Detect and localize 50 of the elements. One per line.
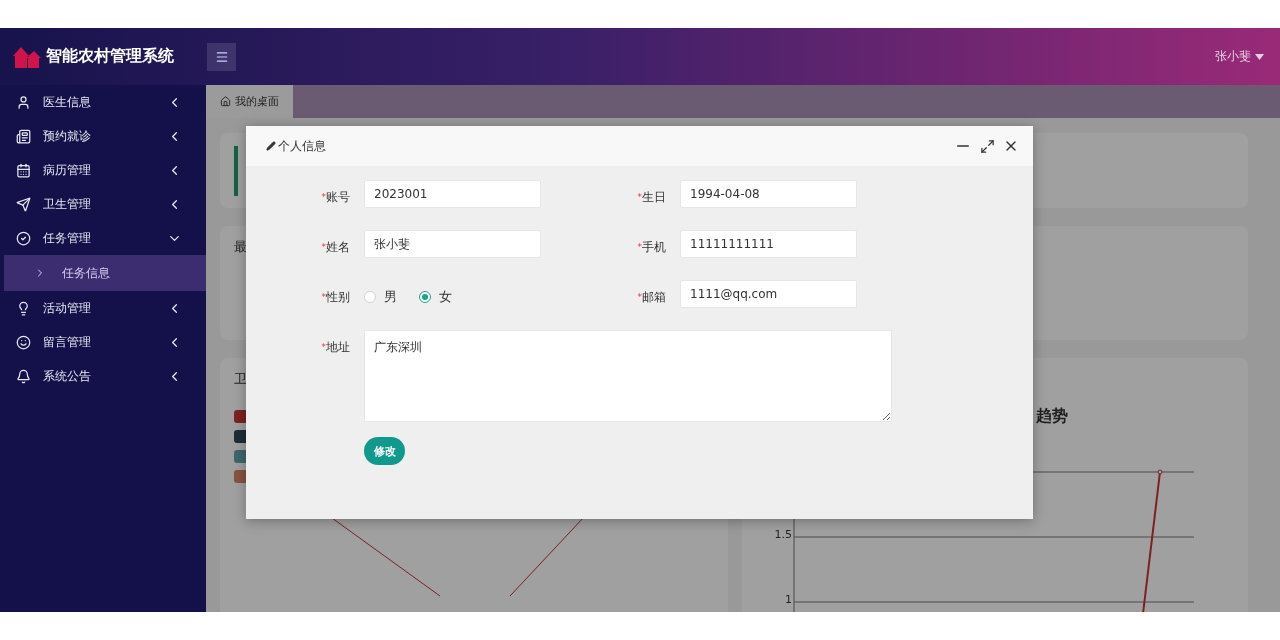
field-label: *邮箱 <box>636 288 666 306</box>
user-menu[interactable]: 张小斐 <box>1209 47 1270 66</box>
chart-title: 趋势 <box>1036 406 1069 427</box>
sidebar-item[interactable]: 卫生管理 <box>0 187 206 221</box>
sidebar-item[interactable]: 系统公告 <box>0 359 206 393</box>
lightbulb-icon <box>16 300 31 316</box>
address-field[interactable]: 广东深圳 <box>364 330 892 422</box>
card-title: 卫 <box>234 370 248 388</box>
card-icon <box>16 128 31 144</box>
sidebar-item[interactable]: 预约就诊 <box>0 119 206 153</box>
text-field[interactable]: 1111@qq.com <box>680 280 857 308</box>
field-label: *性别 <box>320 288 350 306</box>
calendar-icon <box>16 162 31 178</box>
card-title: 最 <box>234 239 247 254</box>
text-field[interactable]: 1994-04-08 <box>680 180 857 208</box>
check-circle-icon <box>16 230 31 246</box>
sidebar-item[interactable]: 医生信息 <box>0 85 206 119</box>
maximize-icon[interactable] <box>980 138 995 154</box>
axis-tick-label: 1 <box>785 593 792 606</box>
sidebar-item[interactable]: 任务管理 <box>0 221 206 255</box>
sidebar-item[interactable]: 病历管理 <box>0 153 206 187</box>
bell-icon <box>16 368 31 384</box>
radio-button[interactable] <box>364 291 376 303</box>
text-field[interactable]: 11111111111 <box>680 230 857 258</box>
person-icon <box>16 94 31 110</box>
dialog-title: 个人信息 <box>266 137 326 155</box>
field-label: *生日 <box>636 188 666 206</box>
radio-button[interactable] <box>419 291 431 303</box>
app-title: 智能农村管理系统 <box>46 46 174 67</box>
text-field[interactable]: 2023001 <box>364 180 541 208</box>
menu-button[interactable] <box>207 42 236 71</box>
sidebar-item[interactable]: 留言管理 <box>0 325 206 359</box>
field-label: *地址 <box>320 338 350 356</box>
axis-tick-label: 1.5 <box>774 528 792 541</box>
caret-icon <box>1255 53 1264 60</box>
pencil-icon <box>266 141 276 151</box>
field-label: *账号 <box>320 188 350 206</box>
text-field[interactable]: 张小斐 <box>364 230 541 258</box>
radio-option[interactable]: 女 <box>419 288 452 306</box>
field-label: *姓名 <box>320 238 350 256</box>
sidebar-subitem[interactable]: 任务信息 <box>4 255 206 291</box>
home-icon <box>220 96 231 107</box>
sidebar-item[interactable]: 活动管理 <box>0 291 206 325</box>
submit-button[interactable]: 修改 <box>364 437 405 465</box>
menu-icon <box>214 49 229 64</box>
tab[interactable]: 我的桌面 <box>206 85 293 118</box>
field-label: *手机 <box>636 238 666 256</box>
paper-plane-icon <box>16 196 31 212</box>
smiley-icon <box>16 334 31 350</box>
radio-option[interactable]: 男 <box>364 288 397 306</box>
